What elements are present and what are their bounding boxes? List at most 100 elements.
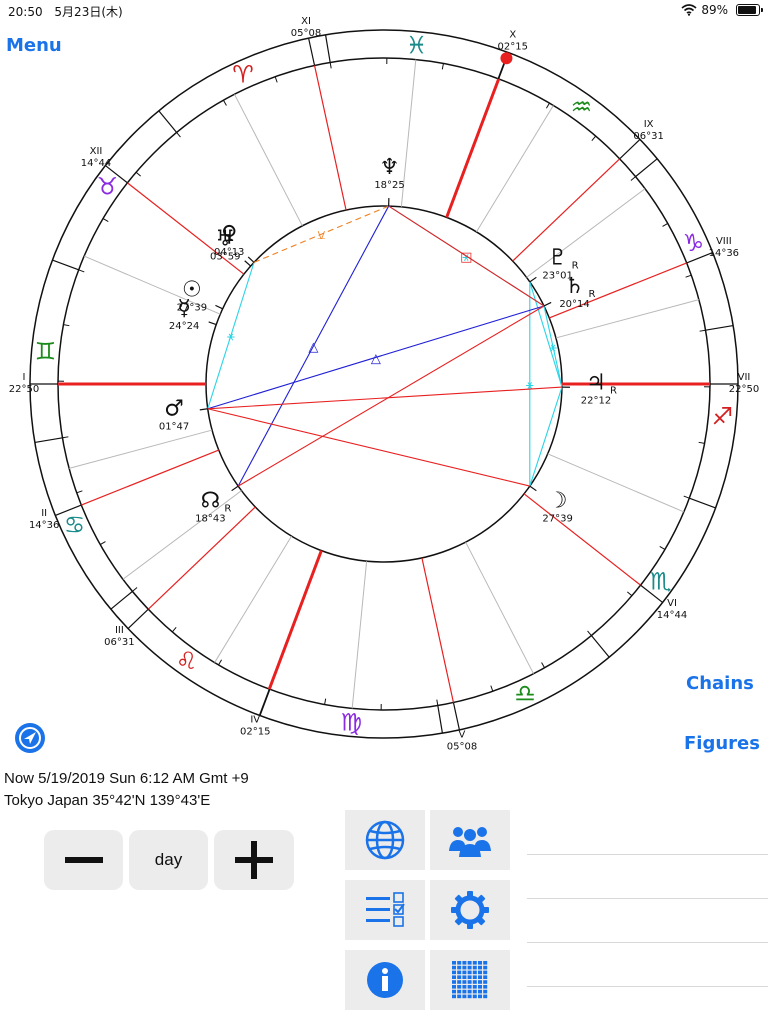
zodiac-sign-glyph: ♉ — [96, 173, 118, 201]
house-cusp-tick — [619, 138, 641, 160]
plus-icon — [235, 841, 273, 879]
people-icon — [449, 827, 491, 857]
planet-glyph[interactable]: ♆ — [380, 155, 400, 180]
current-datetime: Now 5/19/2019 Sun 6:12 AM Gmt +9 — [4, 770, 249, 787]
degree-tick — [176, 132, 181, 138]
house-number: XI — [301, 16, 311, 27]
sign-divider — [34, 437, 63, 444]
planet-position-tick — [215, 304, 223, 310]
degree-tick — [329, 62, 332, 69]
planet-degree: 24°24 — [169, 321, 199, 332]
previous-step-button[interactable] — [44, 830, 123, 890]
next-step-button[interactable] — [214, 830, 294, 890]
planet-degree: 04°13 — [214, 247, 244, 258]
zodiac-sign-glyph: ♐ — [712, 403, 734, 431]
degree-tick — [100, 541, 106, 545]
grid-button[interactable] — [430, 950, 510, 1010]
step-unit-button[interactable]: day — [129, 830, 208, 890]
house-number: II — [41, 508, 47, 519]
planet-glyph[interactable]: ☊ — [201, 489, 221, 514]
zodiac-sign-glyph: ♍ — [341, 708, 363, 736]
planet-glyph[interactable]: ♂ — [164, 397, 184, 422]
planet-glyph[interactable]: ♄ — [565, 274, 585, 299]
sign-divider — [689, 497, 716, 509]
house-midpoint-line — [351, 561, 368, 709]
house-number: VII — [738, 372, 751, 383]
planet-glyph[interactable]: ♇ — [548, 245, 568, 270]
info-button[interactable] — [345, 950, 425, 1010]
house-number: IV — [250, 715, 260, 726]
retrograde-mark: R — [610, 386, 617, 397]
degree-tick — [591, 135, 597, 141]
house-cusp-degree: 06°31 — [104, 637, 134, 648]
degree-tick — [699, 329, 706, 332]
sign-divider — [110, 590, 133, 610]
house-cusp-degree: 14°36 — [709, 248, 739, 259]
house-number: VIII — [716, 236, 732, 247]
degree-tick — [102, 218, 109, 223]
planet-glyph[interactable]: ☽ — [548, 489, 568, 514]
degree-tick — [78, 269, 85, 273]
house-cusp-degree: 22°50 — [729, 384, 759, 395]
list-divider — [527, 898, 768, 899]
house-midpoint-line — [234, 94, 303, 227]
planet-degree: 27°39 — [177, 302, 207, 313]
aspect-line — [529, 386, 563, 487]
settings-button[interactable] — [430, 880, 510, 940]
house-cusp-line — [523, 493, 641, 586]
degree-tick — [218, 659, 223, 666]
degree-tick — [541, 662, 545, 668]
zodiac-sign-glyph: ♓ — [406, 32, 428, 60]
degree-tick — [132, 587, 138, 592]
house-number: IX — [644, 119, 654, 130]
globe-icon — [365, 820, 405, 860]
chains-button[interactable]: Chains — [686, 673, 754, 694]
menu-button[interactable]: Menu — [6, 35, 62, 56]
zodiac-sign-glyph: ♑ — [683, 229, 705, 257]
midheaven-marker[interactable] — [500, 52, 513, 65]
figures-button[interactable]: Figures — [684, 733, 760, 754]
globe-button[interactable] — [345, 810, 425, 870]
house-cusp-line — [421, 557, 455, 703]
house-cusp-line — [313, 65, 347, 211]
list-divider — [527, 942, 768, 943]
zodiac-sign-glyph: ♌ — [176, 647, 198, 675]
people-button[interactable] — [430, 810, 510, 870]
house-cusp-line — [267, 550, 323, 690]
aspect-list-button[interactable] — [345, 880, 425, 940]
minus-icon — [64, 857, 103, 863]
retrograde-mark: R — [224, 504, 231, 515]
house-cusp-degree: 14°44 — [657, 610, 687, 621]
inner-circle — [205, 205, 563, 563]
planet-position-tick — [231, 485, 239, 492]
zodiac-sign-glyph: ♋ — [64, 511, 86, 539]
planet-position-tick — [244, 260, 252, 267]
planet-glyph[interactable]: ♀ — [221, 222, 237, 247]
degree-tick — [63, 324, 70, 327]
sign-divider — [437, 705, 444, 734]
aspect-glyph: ⚹ — [227, 330, 235, 345]
house-number: VI — [667, 598, 677, 609]
retrograde-mark: R — [589, 289, 596, 300]
degree-tick — [627, 591, 633, 597]
locate-icon[interactable] — [14, 722, 46, 754]
info-icon — [367, 962, 403, 998]
planet-glyph[interactable]: ♃ — [586, 371, 606, 396]
aspect-line — [237, 305, 545, 487]
planet-position-tick — [199, 408, 208, 411]
grid-icon — [452, 961, 488, 999]
aspect-glyph: △ — [371, 351, 381, 366]
sign-divider — [705, 324, 734, 331]
planet-degree: 20°14 — [559, 299, 589, 310]
planet-glyph[interactable]: ☉ — [182, 277, 202, 302]
degree-tick — [683, 495, 690, 499]
planet-position-tick — [208, 321, 217, 326]
house-cusp-tick — [258, 688, 270, 716]
list-check-icon — [366, 892, 405, 927]
house-midpoint-line — [214, 535, 292, 663]
degree-tick — [659, 545, 666, 550]
list-divider — [527, 986, 768, 987]
zodiac-sign-glyph: ♒ — [571, 93, 593, 121]
retrograde-mark: R — [572, 260, 579, 271]
house-number: III — [115, 625, 124, 636]
